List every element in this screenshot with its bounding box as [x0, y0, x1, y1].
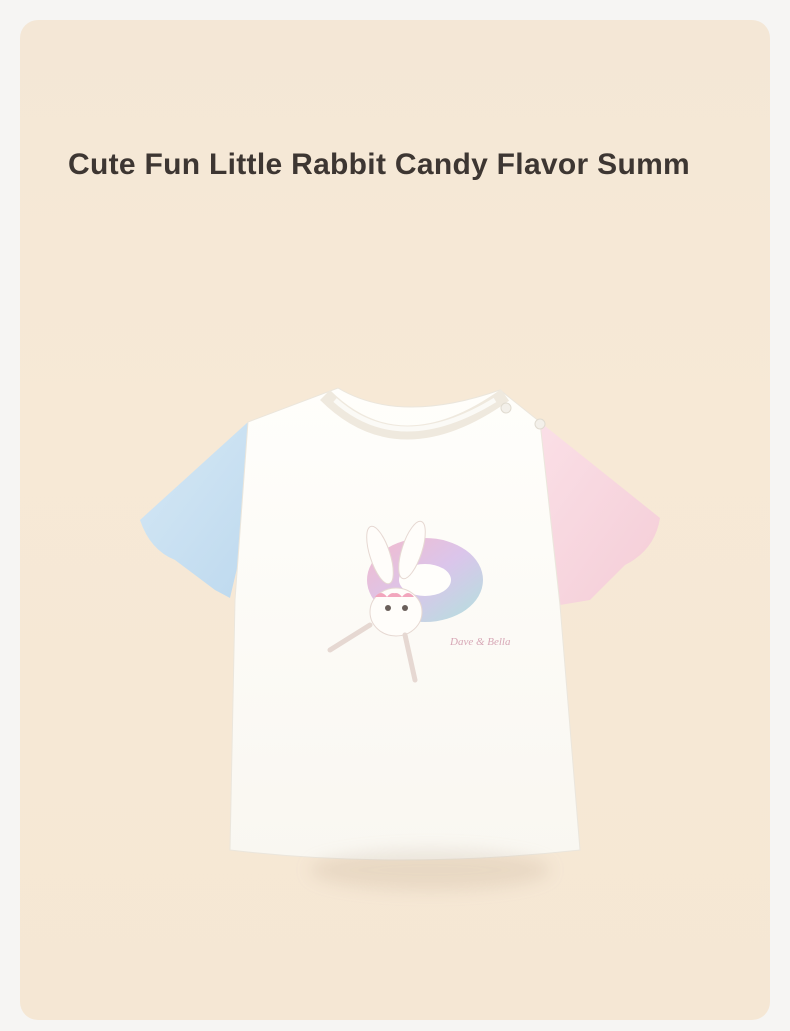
product-image: Dave & Bella [120, 350, 680, 910]
page: Cute Fun Little Rabbit Candy Flavor Summ [0, 0, 790, 1031]
product-title: Cute Fun Little Rabbit Candy Flavor Summ [68, 148, 691, 181]
shirt-shadow [310, 850, 550, 890]
product-card: Cute Fun Little Rabbit Candy Flavor Summ [20, 20, 770, 1020]
print-text: Dave & Bella [449, 636, 511, 648]
shoulder-button-icon [500, 402, 512, 414]
tshirt-illustration: Dave & Bella [140, 387, 660, 861]
shoulder-button-icon [534, 418, 546, 430]
